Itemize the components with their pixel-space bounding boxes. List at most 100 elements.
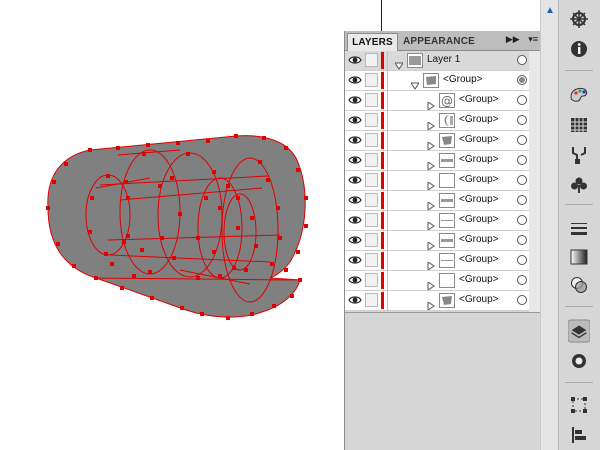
expanded-triangle-icon[interactable] [394,57,404,70]
layer-row[interactable]: Layer 1 [345,51,541,71]
sublayer-row[interactable]: <Group> [345,111,541,131]
sublayer-row[interactable]: <Group> [345,171,541,191]
lock-toggle[interactable] [365,113,378,127]
lock-toggle[interactable] [365,173,378,187]
lock-toggle[interactable] [365,53,378,67]
align-icon[interactable] [568,424,590,446]
target-circle-icon[interactable] [517,75,527,85]
visibility-eye-icon[interactable] [348,253,362,267]
visibility-eye-icon[interactable] [348,173,362,187]
sublayer-row[interactable]: <Group> [345,131,541,151]
lock-toggle[interactable] [365,153,378,167]
collapsed-triangle-icon[interactable] [427,257,435,271]
stroke-icon[interactable] [568,218,590,240]
appearance-icon[interactable] [568,350,590,372]
target-circle-icon[interactable] [517,215,527,225]
double-chevron-icon[interactable]: ▶▶ [506,34,520,44]
collapsed-triangle-icon[interactable] [427,277,435,291]
lock-toggle[interactable] [365,233,378,247]
target-circle-icon[interactable] [517,235,527,245]
layer-name[interactable]: <Group> [459,174,498,185]
tab-appearance[interactable]: APPEARANCE [398,33,480,51]
visibility-eye-icon[interactable] [348,293,362,307]
layer-name[interactable]: <Group> [459,254,498,265]
lock-toggle[interactable] [365,293,378,307]
target-circle-icon[interactable] [517,155,527,165]
collapsed-triangle-icon[interactable] [427,157,435,171]
target-circle-icon[interactable] [517,135,527,145]
lock-toggle[interactable] [365,253,378,267]
visibility-eye-icon[interactable] [348,153,362,167]
collapsed-triangle-icon[interactable] [427,117,435,131]
collapsed-triangle-icon[interactable] [427,97,435,111]
target-circle-icon[interactable] [517,175,527,185]
sublayer-row[interactable]: <Group> [345,151,541,171]
layer-name[interactable]: <Group> [459,94,498,105]
lock-toggle[interactable] [365,193,378,207]
collapsed-triangle-icon[interactable] [427,217,435,231]
visibility-eye-icon[interactable] [348,53,362,67]
visibility-eye-icon[interactable] [348,113,362,127]
artboard-canvas[interactable] [0,0,344,450]
sublayer-row[interactable]: @ <Group> [345,91,541,111]
color-guide-icon[interactable] [568,84,590,106]
visibility-eye-icon[interactable] [348,133,362,147]
layers-icon[interactable] [568,319,590,343]
layer-name[interactable]: <Group> [443,74,482,85]
gradient-icon[interactable] [568,246,590,268]
lock-toggle[interactable] [365,93,378,107]
brushes-icon[interactable] [568,144,590,166]
info-icon[interactable] [568,38,590,60]
sublayer-row[interactable]: <Group> [345,251,541,271]
target-circle-icon[interactable] [517,55,527,65]
navigator-icon[interactable] [568,8,590,30]
target-circle-icon[interactable] [517,95,527,105]
layer-name[interactable]: <Group> [459,114,498,125]
layer-name[interactable]: <Group> [459,154,498,165]
visibility-eye-icon[interactable] [348,213,362,227]
panel-tab-bar: LAYERS APPEARANCE ▶▶ ▾≡ [345,31,541,52]
transform-icon[interactable] [568,394,590,416]
visibility-eye-icon[interactable] [348,273,362,287]
layer-name[interactable]: <Group> [459,234,498,245]
panel-menu-icon[interactable]: ▾≡ [528,34,538,44]
sublayer-row[interactable]: <Group> [345,191,541,211]
visibility-eye-icon[interactable] [348,93,362,107]
layer-name[interactable]: Layer 1 [427,54,460,65]
target-circle-icon[interactable] [517,195,527,205]
canvas-vertical-scrollbar[interactable]: ▲ [540,0,558,450]
layer-name[interactable]: <Group> [459,214,498,225]
selected-artwork[interactable] [0,0,344,450]
tab-layers[interactable]: LAYERS [347,33,398,52]
sublayer-row[interactable]: <Group> [345,211,541,231]
swatches-icon[interactable] [568,114,590,136]
sublayer-row[interactable]: <Group> [345,291,541,311]
scroll-up-arrow-icon[interactable]: ▲ [544,4,556,18]
sublayer-row[interactable]: <Group> [345,271,541,291]
visibility-eye-icon[interactable] [348,233,362,247]
layer-name[interactable]: <Group> [459,134,498,145]
target-circle-icon[interactable] [517,255,527,265]
target-circle-icon[interactable] [517,115,527,125]
symbols-icon[interactable] [568,174,590,196]
layer-name[interactable]: <Group> [459,194,498,205]
collapsed-triangle-icon[interactable] [427,197,435,211]
lock-toggle[interactable] [365,73,378,87]
lock-toggle[interactable] [365,213,378,227]
collapsed-triangle-icon[interactable] [427,237,435,251]
target-circle-icon[interactable] [517,275,527,285]
lock-toggle[interactable] [365,273,378,287]
lock-toggle[interactable] [365,133,378,147]
sublayer-row[interactable]: <Group> [345,231,541,251]
collapsed-triangle-icon[interactable] [427,297,435,311]
transparency-icon[interactable] [568,274,590,296]
layer-name[interactable]: <Group> [459,274,498,285]
expanded-triangle-icon[interactable] [410,77,420,90]
visibility-eye-icon[interactable] [348,193,362,207]
collapsed-triangle-icon[interactable] [427,137,435,151]
sublayer-row[interactable]: <Group> [345,71,541,91]
visibility-eye-icon[interactable] [348,73,362,87]
layer-name[interactable]: <Group> [459,294,498,305]
target-circle-icon[interactable] [517,295,527,305]
collapsed-triangle-icon[interactable] [427,177,435,191]
